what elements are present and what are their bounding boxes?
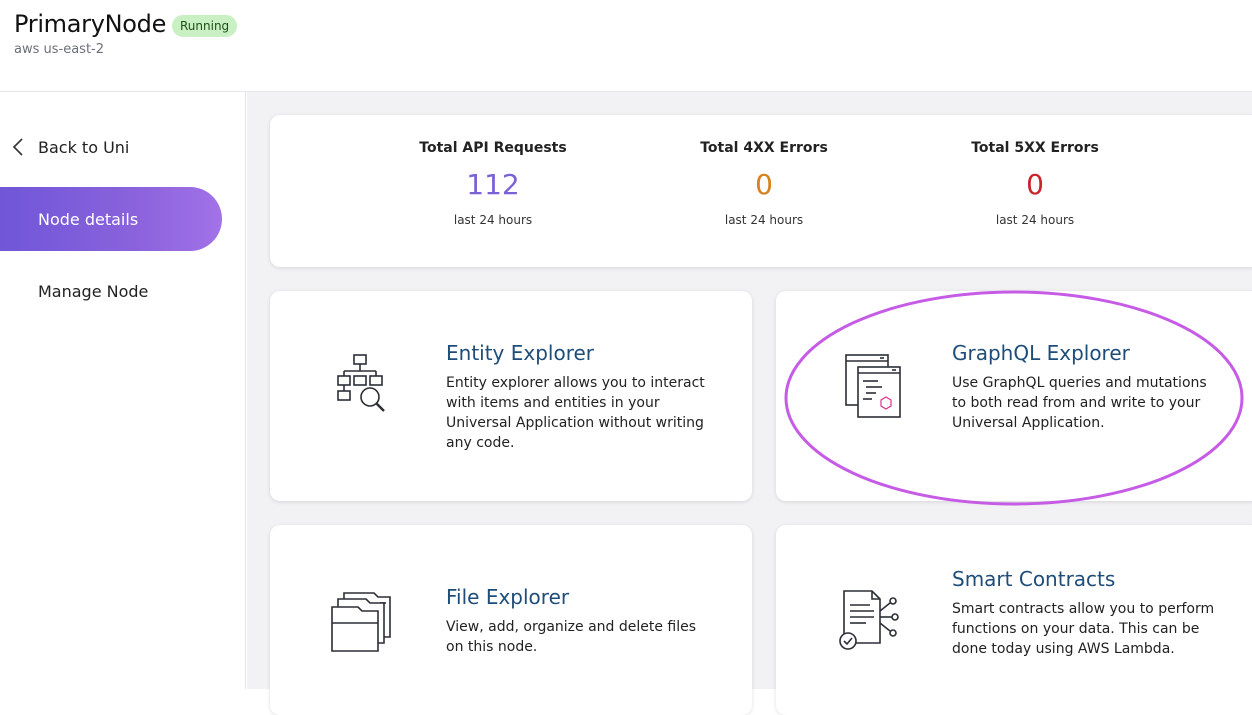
sidebar-item-node-details[interactable]: Node details	[0, 187, 222, 251]
tile-smart-contracts[interactable]: Smart Contracts Smart contracts allow yo…	[776, 525, 1252, 715]
back-link-label: Back to Uni	[38, 137, 130, 157]
node-region: aws us-east-2	[14, 42, 105, 57]
graphql-explorer-icon	[845, 354, 901, 418]
tile-title: File Explorer	[446, 585, 570, 609]
tile-title: Smart Contracts	[952, 567, 1116, 591]
status-badge: Running	[172, 15, 238, 37]
stat-4xx-errors: Total 4XX Errors 0 last 24 hours	[654, 140, 874, 227]
chevron-left-icon	[12, 138, 23, 156]
stat-value: 112	[466, 168, 520, 201]
tile-title: GraphQL Explorer	[952, 341, 1130, 365]
tile-graphql-explorer[interactable]: GraphQL Explorer Use GraphQL queries and…	[776, 291, 1252, 501]
smart-contracts-icon	[839, 590, 899, 650]
stat-period: last 24 hours	[995, 213, 1075, 227]
stat-api-requests: Total API Requests 112 last 24 hours	[383, 140, 603, 227]
file-explorer-icon	[331, 592, 391, 652]
tile-description: Entity explorer allows you to interact w…	[446, 375, 705, 451]
stat-period: last 24 hours	[453, 213, 533, 227]
back-to-uni-link[interactable]: Back to Uni	[10, 134, 129, 160]
tile-title: Entity Explorer	[446, 341, 595, 365]
sidebar: Back to Uni Node details Manage Node	[0, 92, 246, 689]
stat-label: Total API Requests	[419, 140, 567, 156]
tile-file-explorer[interactable]: File Explorer View, add, organize and de…	[270, 525, 752, 715]
stats-card: Total API Requests 112 last 24 hours Tot…	[270, 115, 1252, 267]
entity-explorer-icon	[337, 354, 385, 412]
stat-value: 0	[755, 168, 773, 201]
stat-label: Total 4XX Errors	[700, 140, 828, 156]
tile-description: Use GraphQL queries and mutations to bot…	[952, 375, 1207, 431]
tile-entity-explorer[interactable]: Entity Explorer Entity explorer allows y…	[270, 291, 752, 501]
stat-value: 0	[1026, 168, 1044, 201]
sidebar-item-manage-node[interactable]: Manage Node	[0, 259, 222, 323]
stat-period: last 24 hours	[724, 213, 804, 227]
stat-5xx-errors: Total 5XX Errors 0 last 24 hours	[925, 140, 1145, 227]
tile-description: Smart contracts allow you to perform fun…	[952, 601, 1215, 657]
node-title: PrimaryNode	[14, 10, 167, 38]
stat-label: Total 5XX Errors	[971, 140, 1099, 156]
tile-description: View, add, organize and delete files on …	[446, 619, 697, 655]
page-header: PrimaryNode Running aws us-east-2	[0, 0, 1252, 92]
main-content: Total API Requests 112 last 24 hours Tot…	[247, 92, 1252, 715]
